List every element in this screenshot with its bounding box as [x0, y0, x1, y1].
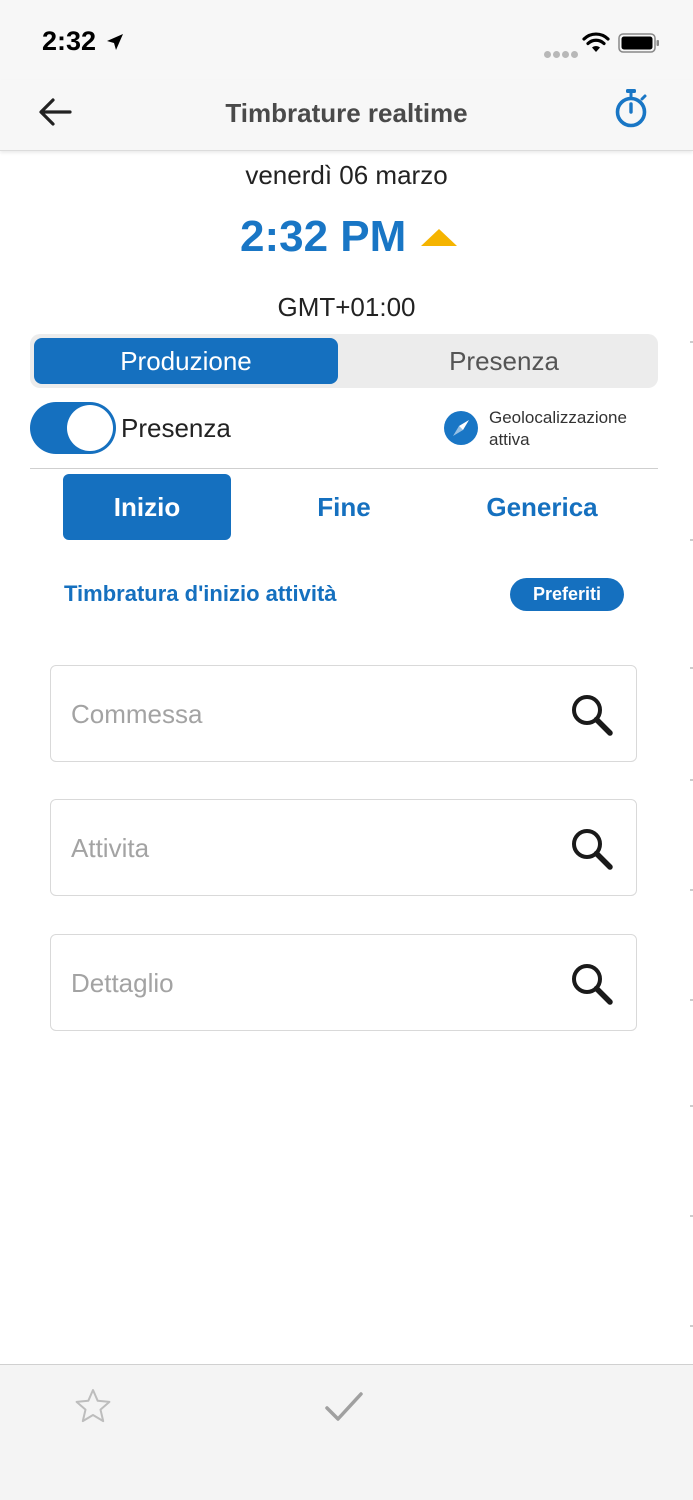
geolocation-line2: attiva [489, 430, 530, 449]
mode-segmented-control: Produzione Presenza [30, 334, 658, 388]
segment-presenza[interactable]: Presenza [352, 338, 656, 384]
current-time: 2:32 PM [240, 212, 407, 261]
home-indicator-area [0, 1450, 693, 1500]
timezone-label: GMT+01:00 [277, 292, 416, 322]
stopwatch-icon[interactable] [612, 88, 650, 128]
segment-produzione[interactable]: Produzione [34, 338, 338, 384]
presenza-toggle-label: Presenza [121, 413, 231, 443]
expand-up-arrow-icon[interactable] [421, 229, 457, 246]
attivita-input[interactable] [69, 800, 543, 897]
search-icon[interactable] [569, 961, 615, 1007]
toggle-knob [67, 405, 113, 451]
commessa-input[interactable] [69, 666, 543, 763]
geolocation-line1: Geolocalizzazione [489, 408, 627, 427]
status-time: 2:32 [42, 26, 97, 56]
battery-icon [618, 33, 659, 53]
attivita-field [50, 799, 637, 897]
signal-dots-icon [544, 45, 580, 63]
presenza-toggle[interactable] [30, 402, 116, 454]
search-icon[interactable] [569, 692, 615, 738]
divider [30, 468, 658, 469]
location-arrow-icon [107, 34, 123, 50]
search-icon[interactable] [569, 826, 615, 872]
current-date: venerdì 06 marzo [245, 160, 448, 190]
page-title: Timbrature realtime [225, 98, 468, 128]
preferiti-button[interactable]: Preferiti [510, 578, 624, 611]
tab-fine[interactable]: Fine [260, 474, 428, 540]
wifi-icon [582, 32, 610, 52]
bottom-toolbar [0, 1364, 693, 1451]
dettaglio-input[interactable] [69, 935, 543, 1032]
status-bar: 2:32 [0, 0, 693, 80]
navigation-bar: Timbrature realtime [0, 80, 693, 151]
compass-icon [444, 411, 478, 445]
dettaglio-field [50, 934, 637, 1032]
commessa-field [50, 665, 637, 763]
star-icon[interactable] [74, 1387, 112, 1425]
section-subtitle: Timbratura d'inizio attività [64, 581, 337, 606]
checkmark-icon[interactable] [324, 1389, 364, 1425]
tab-generica[interactable]: Generica [450, 474, 634, 540]
geolocation-status: Geolocalizzazione attiva [489, 407, 659, 451]
tab-inizio[interactable]: Inizio [63, 474, 231, 540]
